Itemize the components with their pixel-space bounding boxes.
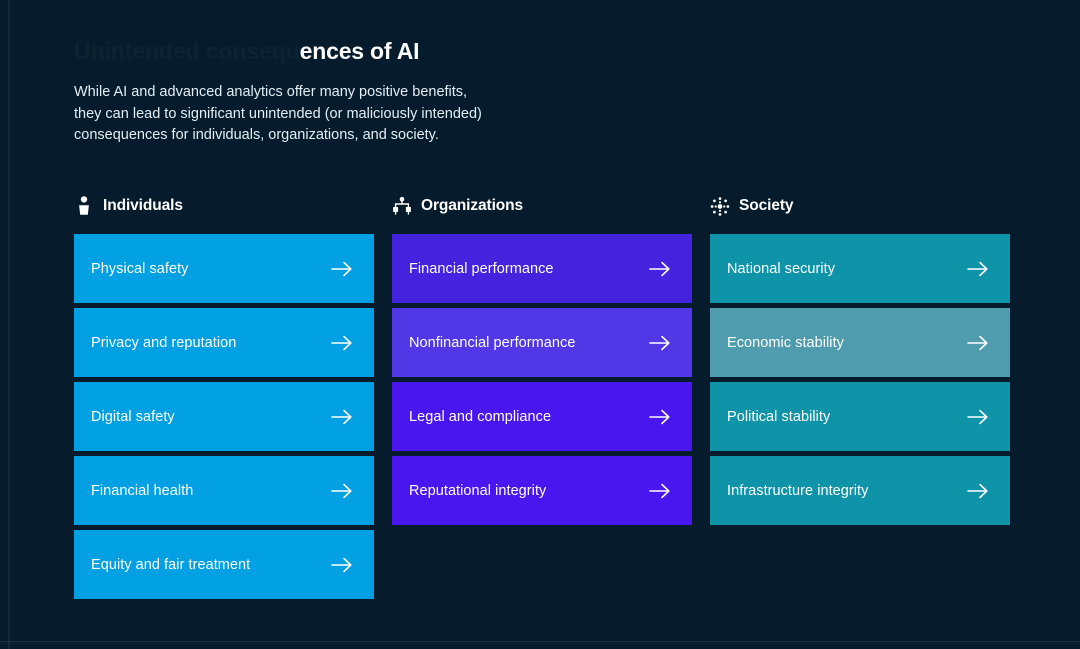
- card-list-individuals: Physical safety Privacy and reputation Dig…: [74, 234, 374, 599]
- subtitle-paragraph: While AI and advanced analytics offer ma…: [74, 82, 674, 147]
- card-button[interactable]: National security: [710, 234, 1010, 303]
- card-button[interactable]: Economic stability: [710, 308, 1010, 377]
- card-label: Financial health: [91, 482, 194, 499]
- arrow-right-icon[interactable]: [330, 479, 354, 503]
- card-label: Digital safety: [91, 408, 175, 425]
- card-button[interactable]: Equity and fair treatment: [74, 530, 374, 599]
- card-label: Physical safety: [91, 260, 189, 277]
- arrow-right-icon[interactable]: [330, 331, 354, 355]
- arrow-right-icon[interactable]: [330, 405, 354, 429]
- card-button[interactable]: Political stability: [710, 382, 1010, 451]
- arrow-right-icon[interactable]: [966, 331, 990, 355]
- card-button[interactable]: Digital safety: [74, 382, 374, 451]
- page-title-ghost-text: Unintended consequ: [74, 38, 300, 65]
- frame-line-bottom: [0, 641, 1080, 642]
- card-button[interactable]: Financial health: [74, 456, 374, 525]
- card-button[interactable]: Privacy and reputation: [74, 308, 374, 377]
- card-label: Privacy and reputation: [91, 334, 237, 351]
- card-button[interactable]: Physical safety: [74, 234, 374, 303]
- card-button[interactable]: Legal and compliance: [392, 382, 692, 451]
- card-label: Reputational integrity: [409, 482, 547, 499]
- frame-line-bottom-2: [0, 643, 1080, 644]
- subtitle-line-3: consequences for individuals, organizati…: [74, 127, 439, 143]
- column-title-society: Society: [739, 197, 794, 214]
- person-icon: [74, 195, 94, 217]
- arrow-right-icon[interactable]: [648, 331, 672, 355]
- column-title-organizations: Organizations: [421, 197, 524, 214]
- page-title: Unintended consequences of AI: [74, 34, 774, 68]
- arrow-right-icon[interactable]: [330, 257, 354, 281]
- column-organizations: Organizations Financial performance Nonfin…: [392, 190, 692, 599]
- org-chart-icon: [392, 195, 412, 217]
- column-header-organizations: Organizations: [392, 190, 692, 222]
- card-button[interactable]: Nonfinancial performance: [392, 308, 692, 377]
- arrow-right-icon[interactable]: [648, 257, 672, 281]
- subtitle-line-1: While AI and advanced analytics offer ma…: [74, 84, 468, 100]
- category-columns: Individuals Physical safety Privacy and re…: [74, 190, 1010, 599]
- frame-line-left-2: [10, 0, 11, 649]
- slide-canvas: Unintended consequences of AI While AI a…: [0, 0, 1080, 649]
- card-label: Financial performance: [409, 260, 554, 277]
- card-button[interactable]: Infrastructure integrity: [710, 456, 1010, 525]
- card-label: Equity and fair treatment: [91, 556, 251, 573]
- arrow-right-icon[interactable]: [966, 405, 990, 429]
- column-header-individuals: Individuals: [74, 190, 374, 222]
- column-header-society: Society: [710, 190, 1010, 222]
- arrow-right-icon[interactable]: [330, 553, 354, 577]
- card-label: Infrastructure integrity: [727, 482, 869, 499]
- frame-line-left: [8, 0, 9, 649]
- arrow-right-icon[interactable]: [966, 257, 990, 281]
- arrow-right-icon[interactable]: [648, 405, 672, 429]
- page-title-visible-text: ences of AI: [299, 37, 420, 64]
- arrow-right-icon[interactable]: [966, 479, 990, 503]
- card-label: National security: [727, 260, 836, 277]
- card-label: Economic stability: [727, 334, 844, 351]
- column-individuals: Individuals Physical safety Privacy and re…: [74, 190, 374, 599]
- card-label: Legal and compliance: [409, 408, 552, 425]
- card-button[interactable]: Financial performance: [392, 234, 692, 303]
- network-dots-icon: [710, 195, 730, 217]
- card-label: Nonfinancial performance: [409, 334, 576, 351]
- card-list-society: National security Economic stability Polit…: [710, 234, 1010, 525]
- card-list-organizations: Financial performance Nonfinancial perfor…: [392, 234, 692, 525]
- arrow-right-icon[interactable]: [648, 479, 672, 503]
- card-label: Political stability: [727, 408, 831, 425]
- subtitle-line-2: they can lead to significant unintended …: [74, 105, 482, 122]
- column-society: Society National security Economic stabili…: [710, 190, 1010, 599]
- column-title-individuals: Individuals: [103, 197, 183, 214]
- card-button[interactable]: Reputational integrity: [392, 456, 692, 525]
